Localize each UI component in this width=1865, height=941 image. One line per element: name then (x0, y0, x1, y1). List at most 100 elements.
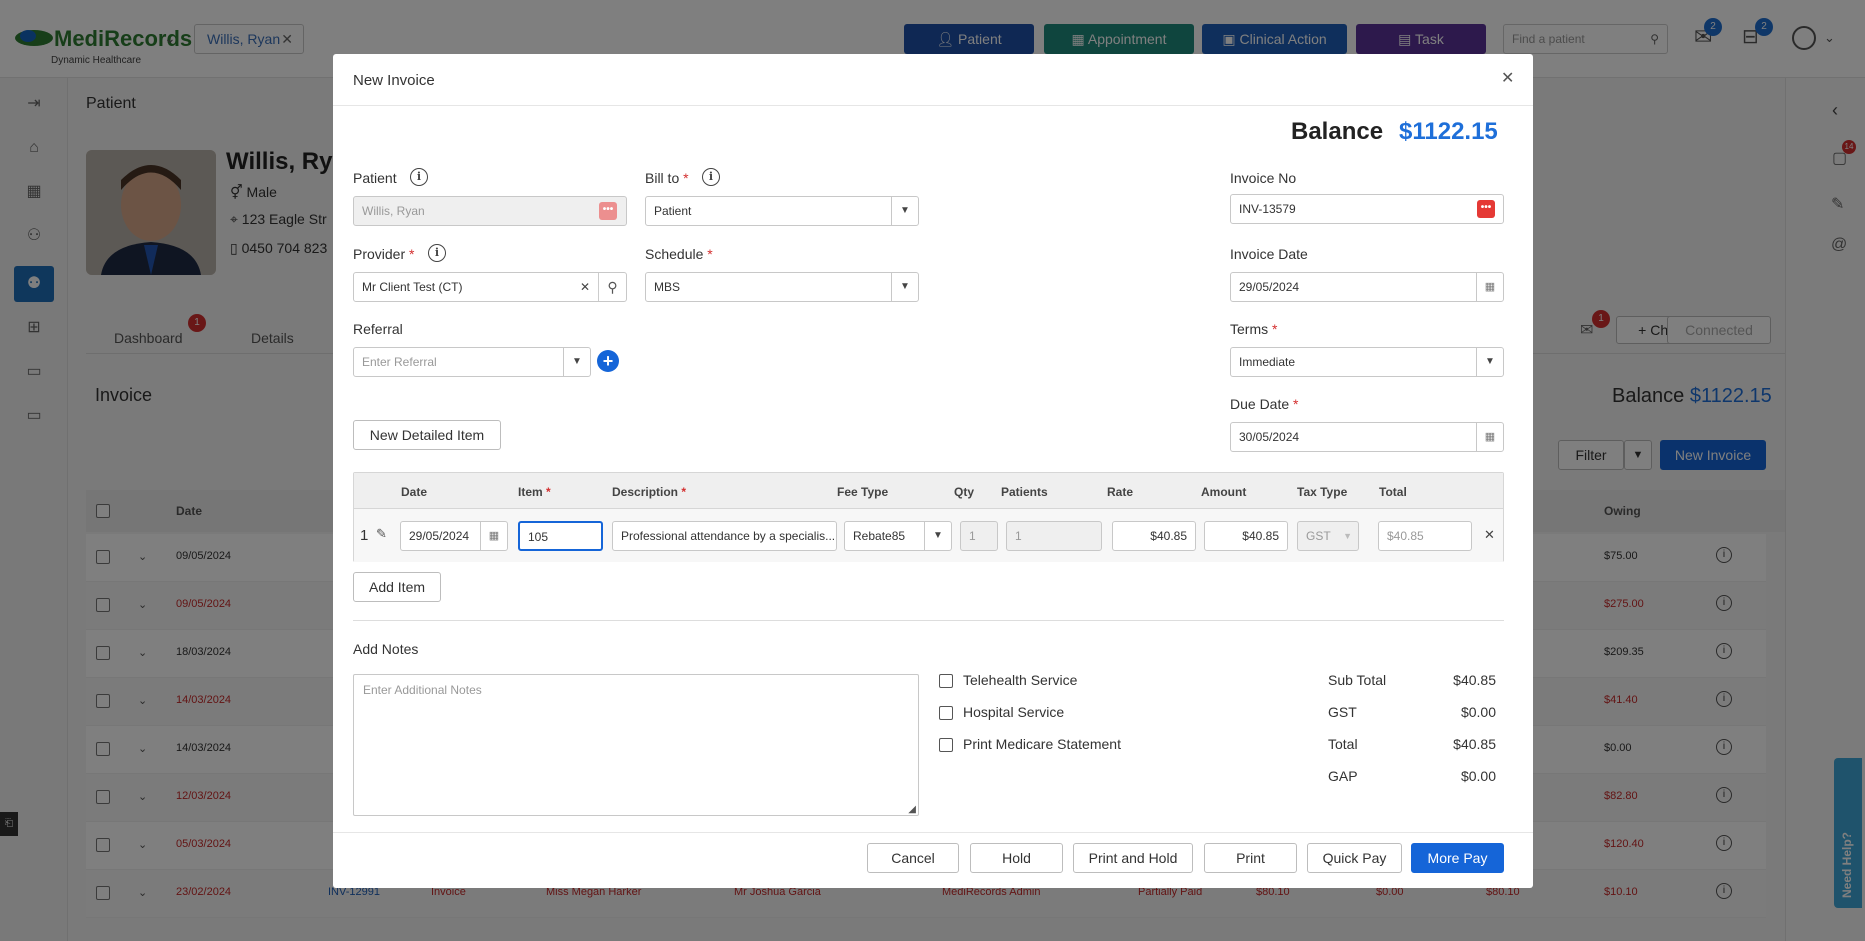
th-date: Date (401, 485, 428, 499)
line-item-value: 105 (528, 530, 549, 544)
close-icon[interactable]: ✕ (1501, 68, 1514, 88)
line-rate-value: $40.85 (1150, 529, 1187, 543)
line-description-field[interactable]: Professional attendance by a specialis..… (612, 521, 837, 551)
info-icon[interactable]: i (410, 168, 428, 186)
invoice-no-label: Invoice No (1230, 170, 1297, 186)
th-description: Description * (612, 485, 687, 499)
chevron-down-icon[interactable]: ▼ (891, 197, 918, 225)
balance-label: Balance (1291, 118, 1384, 145)
clear-icon[interactable]: ✕ (580, 273, 590, 301)
line-number: 1 (360, 527, 369, 544)
line-items-header: Date Item * Description * Fee Type Qty P… (354, 473, 1503, 509)
billto-label: Bill to * (645, 170, 689, 186)
chevron-down-icon[interactable]: ▼ (891, 273, 918, 301)
dialog-title: New Invoice (353, 72, 435, 89)
patient-field: Willis, Ryan (353, 196, 627, 226)
print-button[interactable]: Print (1204, 843, 1297, 873)
line-total-value: $40.85 (1387, 529, 1424, 543)
line-date-field[interactable]: 29/05/2024 ▦ (400, 521, 508, 551)
subtotal-label: Sub Total (1328, 672, 1387, 688)
line-qty-value: 1 (969, 529, 976, 543)
invoice-no-field[interactable]: INV-13579 (1230, 194, 1504, 224)
footer-divider (333, 832, 1533, 833)
th-total: Total (1379, 485, 1407, 499)
remove-line-icon[interactable]: ✕ (1484, 527, 1495, 543)
add-notes-label: Add Notes (353, 641, 419, 657)
total-value: $40.85 (1453, 736, 1496, 752)
due-date-label: Due Date * (1230, 396, 1299, 412)
notes-textarea[interactable]: Enter Additional Notes ◢ (353, 674, 919, 816)
chevron-down-icon[interactable]: ▼ (563, 348, 590, 376)
total-label: Total (1328, 736, 1358, 752)
th-rate: Rate (1107, 485, 1134, 499)
cancel-button[interactable]: Cancel (867, 843, 959, 873)
resize-handle-icon[interactable]: ◢ (908, 804, 916, 815)
hospital-checkbox[interactable] (939, 706, 953, 720)
dialog-header: New Invoice ✕ (333, 54, 1533, 106)
schedule-label-text: Schedule (645, 246, 704, 262)
add-referral-icon[interactable]: + (597, 350, 619, 372)
subtotal-value: $40.85 (1453, 672, 1496, 688)
invoice-date-field[interactable]: 29/05/2024 ▦ (1230, 272, 1504, 302)
referral-select[interactable]: Enter Referral ▼ (353, 347, 591, 377)
calendar-icon[interactable]: ▦ (480, 522, 507, 550)
provider-field-value: Mr Client Test (CT) (362, 280, 463, 294)
line-item-field[interactable]: 105 (518, 521, 603, 551)
edit-icon[interactable]: ✎ (376, 526, 387, 542)
quick-pay-button[interactable]: Quick Pay (1307, 843, 1402, 873)
gst-label: GST (1328, 704, 1357, 720)
telehealth-label: Telehealth Service (963, 672, 1078, 688)
line-patients-value: 1 (1015, 529, 1022, 543)
search-icon[interactable]: ⚲ (598, 273, 626, 301)
terms-select-value: Immediate (1239, 355, 1296, 369)
terms-label-text: Terms (1230, 321, 1269, 337)
referral-placeholder: Enter Referral (362, 355, 437, 369)
info-icon[interactable]: i (702, 168, 720, 186)
line-fee-type-select[interactable]: Rebate85 ▼ (844, 521, 952, 551)
due-date-field[interactable]: 30/05/2024 ▦ (1230, 422, 1504, 452)
billto-select-value: Patient (654, 204, 692, 218)
hold-button[interactable]: Hold (970, 843, 1063, 873)
print-and-hold-button[interactable]: Print and Hold (1073, 843, 1193, 873)
line-items-table: Date Item * Description * Fee Type Qty P… (353, 472, 1504, 562)
th-patients: Patients (1001, 485, 1048, 499)
new-invoice-dialog: New Invoice ✕ Balance $1122.15 Patient i… (333, 54, 1533, 888)
schedule-select[interactable]: MBS ▼ (645, 272, 919, 302)
provider-field[interactable]: Mr Client Test (CT) ✕ ⚲ (353, 272, 627, 302)
more-icon[interactable]: ••• (1477, 200, 1495, 218)
more-pay-button[interactable]: More Pay (1411, 843, 1504, 873)
line-tax-type-select: GST ▼ (1297, 521, 1359, 551)
gst-value: $0.00 (1460, 704, 1496, 720)
line-amount-value: $40.85 (1242, 529, 1279, 543)
terms-label: Terms * (1230, 321, 1278, 337)
calendar-icon[interactable]: ▦ (1476, 423, 1503, 451)
telehealth-checkbox[interactable] (939, 674, 953, 688)
line-amount-field[interactable]: $40.85 (1204, 521, 1288, 551)
calendar-icon[interactable]: ▦ (1476, 273, 1503, 301)
th-item: Item * (518, 485, 551, 499)
line-patients-field: 1 (1006, 521, 1102, 551)
gap-value: $0.00 (1460, 768, 1496, 784)
more-icon: ••• (599, 202, 617, 220)
referral-label: Referral (353, 321, 403, 337)
info-icon[interactable]: i (428, 244, 446, 262)
billto-select[interactable]: Patient ▼ (645, 196, 919, 226)
hospital-label: Hospital Service (963, 704, 1065, 720)
line-item-row: 1 ✎ 29/05/2024 ▦ 105 Professional attenda… (354, 509, 1503, 562)
line-rate-field[interactable]: $40.85 (1112, 521, 1196, 551)
line-fee-type-value: Rebate85 (853, 529, 906, 543)
terms-select[interactable]: Immediate ▼ (1230, 347, 1504, 377)
provider-label: Provider * (353, 246, 415, 262)
chevron-down-icon[interactable]: ▼ (1476, 348, 1503, 376)
schedule-label: Schedule * (645, 246, 713, 262)
line-total-field: $40.85 (1378, 521, 1472, 551)
balance-value: $1122.15 (1399, 118, 1498, 145)
th-amount: Amount (1201, 485, 1247, 499)
patient-label: Patient (353, 170, 397, 186)
due-date-label-text: Due Date (1230, 396, 1290, 412)
chevron-down-icon[interactable]: ▼ (924, 522, 951, 550)
print-medicare-checkbox[interactable] (939, 738, 953, 752)
add-item-button[interactable]: Add Item (353, 572, 441, 602)
line-tax-type-value: GST (1306, 529, 1331, 543)
new-detailed-item-button[interactable]: New Detailed Item (353, 420, 501, 450)
